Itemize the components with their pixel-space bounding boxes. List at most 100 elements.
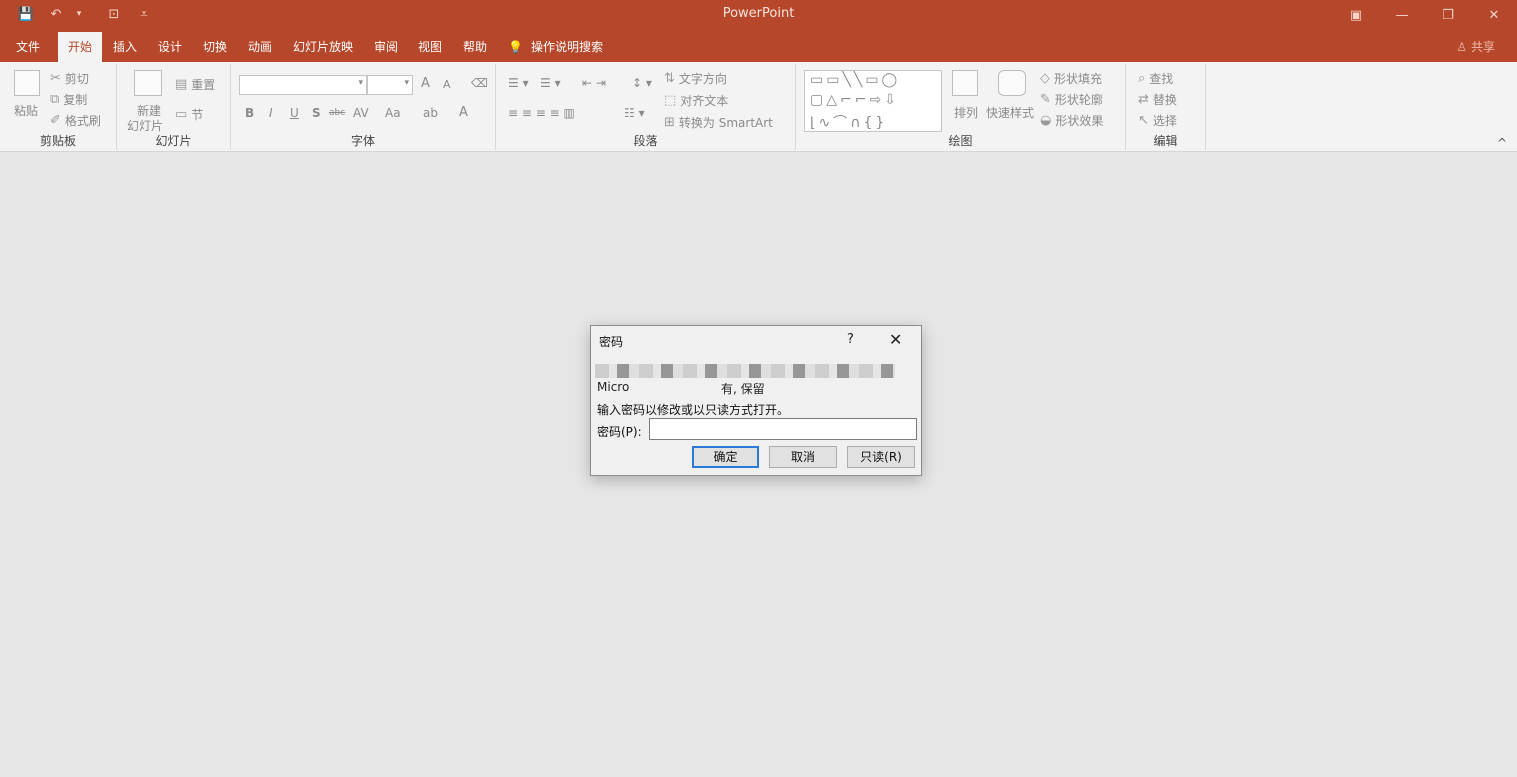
replace-button[interactable]: ⇄ 替换 [1138,91,1177,108]
help-icon[interactable]: ? [847,332,854,347]
drawing-label: 绘图 [948,134,973,148]
strikethrough-button[interactable]: abc [329,108,345,118]
shape-fill-label: 形状填充 [1054,72,1103,86]
paste-button[interactable]: 粘贴 [14,102,38,119]
clipboard-label: 剪贴板 [39,134,76,148]
find-button[interactable]: ⌕ 查找 [1138,70,1173,87]
paste-icon[interactable] [14,70,40,96]
pen-icon: ✎ [1040,92,1051,107]
tab-transitions[interactable]: 切换 [193,32,237,62]
select-label: 选择 [1152,114,1177,128]
tab-view[interactable]: 视图 [408,32,452,62]
tab-home[interactable]: 开始 [58,32,103,62]
text-direction-icon: ⇅ [664,71,675,86]
shrink-font-button[interactable]: A [443,78,451,91]
shapes-row-3-icon[interactable]: ⌊∿⌒∩{} [810,112,887,132]
tell-me-search[interactable]: 💡 操作说明搜索 [508,32,603,62]
align-buttons-icon[interactable]: ≡ ≡ ≡ ≡ ▥ [508,106,575,120]
clear-formatting-icon[interactable]: ⌫ [471,76,488,90]
numbering-icon[interactable]: ☰ ▾ [540,76,561,90]
tab-insert[interactable]: 插入 [103,32,147,62]
format-painter-label: 格式刷 [64,114,101,128]
effects-icon: ◒ [1040,113,1052,128]
shapes-row-2-icon[interactable]: ▢△⌐⌐⇨⇩ [810,92,899,108]
paragraph-label: 段落 [633,134,658,148]
change-case-button[interactable]: Aa [385,106,401,120]
redacted-text [595,364,895,378]
collapse-ribbon-icon[interactable]: ^ [1497,136,1507,150]
smartart-button[interactable]: ⊞ 转换为 SmartArt [664,114,773,131]
scissors-icon: ✂ [50,71,61,86]
indent-icon[interactable]: ⇤ ⇥ [582,76,606,90]
share-label: 共享 [1470,40,1495,54]
tab-slideshow[interactable]: 幻灯片放映 [283,32,363,62]
tab-design[interactable]: 设计 [148,32,192,62]
cut-button[interactable]: ✂ 剪切 [50,70,89,87]
align-text-label: 对齐文本 [680,94,729,108]
text-direction-button[interactable]: ⇅ 文字方向 [664,70,727,87]
grow-font-button[interactable]: A [421,76,430,91]
italic-button[interactable]: I [269,106,273,120]
arrange-button[interactable]: 排列 [954,104,978,121]
shape-fill-button[interactable]: ◇ 形状填充 [1040,70,1102,87]
reset-button[interactable]: ▤ 重置 [175,76,215,93]
copy-icon: ⧉ [50,92,60,107]
font-color-button[interactable]: A [459,105,468,120]
ribbon-display-options-icon[interactable]: ▣ [1333,0,1379,30]
section-label: 节 [191,108,204,122]
smartart-icon: ⊞ [664,115,675,130]
drawing-group: ▭▭╲╲▭◯ ▢△⌐⌐⇨⇩ ⌊∿⌒∩{} 排列 快速样式 ◇ 形状填充 ✎ 形状轮廓… [796,64,1126,150]
highlight-icon[interactable]: ab [423,106,438,120]
line-spacing-icon[interactable]: ↕ ▾ [632,76,652,90]
tab-animations[interactable]: 动画 [238,32,282,62]
find-label: 查找 [1149,72,1174,86]
underline-button[interactable]: U [290,106,299,120]
shapes-row-1-icon[interactable]: ▭▭╲╲▭◯ [810,72,900,88]
slides-label: 幻灯片 [155,134,192,148]
person-icon: ♙ [1456,40,1468,54]
text-direction-label: 文字方向 [678,72,727,86]
align-text-button[interactable]: ⬚ 对齐文本 [664,92,728,109]
bullets-icon[interactable]: ☰ ▾ [508,76,529,90]
arrange-icon[interactable] [952,70,978,96]
cut-label: 剪切 [64,72,89,86]
select-button[interactable]: ↖ 选择 [1138,112,1177,129]
share-button[interactable]: ♙ 共享 [1456,32,1495,62]
password-label: 密码(P): [597,425,642,439]
cursor-icon: ↖ [1138,113,1149,128]
font-size-dropdown[interactable] [367,75,413,95]
bold-button[interactable]: B [245,106,254,120]
quick-styles-button[interactable]: 快速样式 [986,104,1034,121]
tab-help[interactable]: 帮助 [453,32,497,62]
new-slide-icon[interactable] [134,70,162,96]
tab-review[interactable]: 审阅 [364,32,408,62]
copy-button[interactable]: ⧉ 复制 [50,91,87,108]
align-text-icon: ⬚ [664,93,677,108]
close-icon[interactable]: ✕ [889,330,902,349]
password-dialog: 密码 ? ✕ Micro 有, 保留 输入密码以修改或以只读方式打开。 密码(P… [590,325,922,476]
quick-styles-icon[interactable] [998,70,1026,96]
format-painter-button[interactable]: ✐ 格式刷 [50,112,101,129]
readonly-button[interactable]: 只读(R) [847,446,915,468]
fill-bucket-icon: ◇ [1040,71,1050,86]
ok-button[interactable]: 确定 [692,446,759,468]
shape-effects-button[interactable]: ◒ 形状效果 [1040,112,1103,129]
columns-icon[interactable]: ☷ ▾ [624,106,645,120]
char-spacing-button[interactable]: AV [353,106,369,120]
restore-icon[interactable]: ❐ [1425,0,1471,30]
dialog-instruction: 输入密码以修改或以只读方式打开。 [597,403,790,417]
close-icon[interactable]: ✕ [1471,0,1517,30]
ribbon: 粘贴 ✂剪切 ⧉复制 ✐格式刷 剪贴板 新建 幻灯片 ▤重置 ▭节 幻灯片 A … [0,62,1517,152]
dialog-message-end: 有, 保留 [721,382,765,396]
shape-outline-button[interactable]: ✎ 形状轮廓 [1040,91,1103,108]
font-name-dropdown[interactable] [239,75,367,95]
password-input[interactable] [649,418,917,440]
section-button[interactable]: ▭ 节 [175,106,203,123]
editing-label: 编辑 [1153,134,1178,148]
dialog-message-start: Micro [597,380,630,394]
tab-file[interactable]: 文件 [6,32,50,62]
minimize-icon[interactable]: — [1379,0,1425,30]
cancel-button[interactable]: 取消 [769,446,837,468]
text-shadow-button[interactable]: S [312,106,321,120]
font-label: 字体 [350,134,375,148]
